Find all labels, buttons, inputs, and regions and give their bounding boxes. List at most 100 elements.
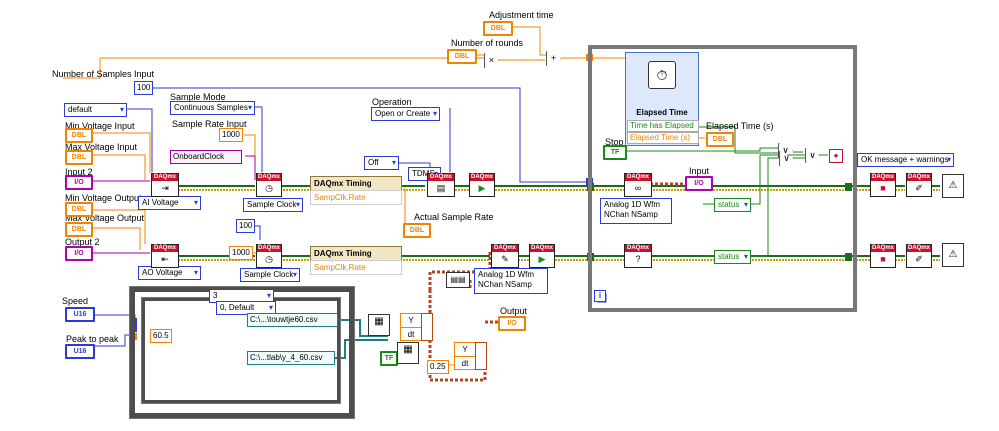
read-spreadsheet-icon-2[interactable]: ▦ xyxy=(397,342,419,364)
clock-icon: ◷ xyxy=(265,254,273,264)
number-of-rounds-label: Number of rounds xyxy=(451,38,524,48)
ao-voltage-selector[interactable]: AO Voltage xyxy=(138,266,201,280)
daqmx-timing-prop-1[interactable]: SampClk.Rate xyxy=(310,190,402,205)
sample-mode-wire xyxy=(240,106,263,172)
question-icon: ? xyxy=(635,254,641,264)
wfm-y-label: Y xyxy=(462,345,468,354)
rate-1000-constant[interactable]: 1000 xyxy=(219,128,243,142)
file-path-2[interactable]: C:\...tlab\y_4_60.csv xyxy=(247,351,335,365)
daqmx-timing-vi-1[interactable]: DAQmx ◷ xyxy=(256,173,282,197)
sample-clock-selector-1[interactable]: Sample Clock xyxy=(243,198,303,212)
time-has-elapsed-output: Time has Elapsed xyxy=(627,120,699,132)
stop-icon: ■ xyxy=(880,183,886,193)
number-of-rounds-terminal[interactable]: DBL xyxy=(447,49,477,64)
daqmx-header: DAQmx xyxy=(625,174,651,181)
daqmx-timing-prop-2[interactable]: SampClk.Rate xyxy=(310,260,402,275)
daqmx-header: DAQmx xyxy=(907,174,931,181)
daqmx-timing-node-2[interactable]: DAQmx Timing xyxy=(310,246,402,261)
adjustment-time-terminal[interactable]: DBL xyxy=(483,21,513,36)
min-voltage-input-wire xyxy=(90,132,151,173)
samples-100b-constant[interactable]: 100 xyxy=(236,219,256,233)
onboard-clock-wire xyxy=(245,155,256,180)
peak-to-peak-terminal[interactable]: U16 xyxy=(65,344,95,359)
analog-wfm-2-line1: Analog 1D Wfm xyxy=(478,270,535,279)
stop-condition-icon[interactable]: ● xyxy=(829,149,843,163)
daqmx-stop-ao[interactable]: DAQmx ■ xyxy=(870,244,896,268)
daqmx-clear-ao[interactable]: DAQmx ✐ xyxy=(906,244,932,268)
number-of-samples-label: Number of Samples Input xyxy=(52,69,155,79)
status-unbundle-1[interactable]: status xyxy=(714,198,751,212)
daqmx-header: DAQmx xyxy=(152,174,178,181)
actual-sample-rate-indicator: DBL xyxy=(403,223,431,238)
daqmx-start-ao[interactable]: DAQmx ▶ xyxy=(529,244,555,268)
onboard-clock-constant[interactable]: OnboardClock xyxy=(170,150,242,164)
samples-100-constant[interactable]: 100 xyxy=(134,81,154,95)
build-array-icon[interactable]: ▤▤ xyxy=(446,272,470,288)
analog-wfm-selector-1[interactable]: Analog 1D Wfm NChan NSamp xyxy=(600,198,672,224)
stop-button-terminal[interactable]: TF xyxy=(603,145,627,160)
elapsed-time-express-vi[interactable]: ⏱ Elapsed Time Time has Elapsed Elapsed … xyxy=(625,52,699,146)
daqmx-logging-vi[interactable]: DAQmx ▤ xyxy=(427,173,455,197)
elapsed-time-s-output: Elapsed Time (s) xyxy=(627,132,699,144)
true-constant[interactable]: TF xyxy=(380,351,398,366)
daqmx-write-vi[interactable]: DAQmx ✎ xyxy=(491,244,519,268)
waveform-bundle-1 xyxy=(421,313,433,341)
daqmx-stop-ai[interactable]: DAQmx ■ xyxy=(870,173,896,197)
daqmx-start-ai[interactable]: DAQmx ▶ xyxy=(469,173,495,197)
input2-terminal[interactable]: I/O xyxy=(65,175,93,190)
rate-1000b-constant[interactable]: 1000 xyxy=(229,246,253,260)
speed-terminal[interactable]: U16 xyxy=(65,307,95,322)
default-ring[interactable]: default xyxy=(64,103,127,117)
error-handler-icon-1[interactable]: ⚠ xyxy=(942,174,964,198)
operation-label: Operation xyxy=(372,97,412,107)
analog-wfm-selector-2[interactable]: Analog 1D Wfm NChan NSamp xyxy=(474,268,548,294)
glasses-icon: ∞ xyxy=(634,183,642,193)
elapsed-time-title: Elapsed Time xyxy=(636,108,688,117)
max-voltage-input-wire xyxy=(90,154,146,180)
daqmx-timing-vi-2[interactable]: DAQmx ◷ xyxy=(256,244,282,268)
min-voltage-input-terminal[interactable]: DBL xyxy=(65,128,93,143)
daqmx-create-channel-ai[interactable]: DAQmx ⇥ xyxy=(151,173,179,197)
daqmx-header: DAQmx xyxy=(492,245,518,252)
operation-ring[interactable]: Open or Create xyxy=(371,107,440,121)
daqmx-is-task-done-vi[interactable]: DAQmx? xyxy=(624,244,652,268)
build-waveform-2[interactable]: Y dt xyxy=(454,342,476,370)
value-60-5-constant[interactable]: 60.5 xyxy=(150,329,172,343)
eraser-icon: ✐ xyxy=(915,254,923,264)
daqmx-header: DAQmx xyxy=(470,174,494,181)
max-voltage-input-terminal[interactable]: DBL xyxy=(65,150,93,165)
output2-terminal[interactable]: I/O xyxy=(65,246,93,261)
read-spreadsheet-icon-1[interactable]: ▦ xyxy=(368,314,390,336)
sample-clock-selector-2[interactable]: Sample Clock xyxy=(240,268,300,282)
sample-mode-ring[interactable]: Continuous Samples xyxy=(170,101,255,115)
max-voltage-output-terminal[interactable]: DBL xyxy=(65,222,93,237)
daqmx-clear-ai[interactable]: DAQmx ✐ xyxy=(906,173,932,197)
daqmx-header: DAQmx xyxy=(152,245,178,252)
build-waveform-1[interactable]: Y dt xyxy=(400,313,422,341)
daqmx-timing-node-1[interactable]: DAQmx Timing xyxy=(310,176,402,191)
wfm-dt-label: dt xyxy=(455,356,475,370)
channel-icon: ⇤ xyxy=(161,254,169,264)
play-icon: ▶ xyxy=(478,183,486,193)
status-unbundle-2[interactable]: status xyxy=(714,250,751,264)
daqmx-header: DAQmx xyxy=(530,245,554,252)
error-message-ring[interactable]: OK message + warnings xyxy=(857,153,954,167)
min-voltage-output-terminal[interactable]: DBL xyxy=(65,202,93,217)
daqmx-read-vi[interactable]: DAQmx ∞ xyxy=(624,173,652,197)
file-path-1[interactable]: C:\...\touwtje60.csv xyxy=(247,313,338,327)
value-025-constant[interactable]: 0.25 xyxy=(427,360,449,374)
ai-voltage-selector[interactable]: AI Voltage xyxy=(138,196,201,210)
elapsed-time-out-label: Elapsed Time (s) xyxy=(706,121,774,131)
adjustment-time-label: Adjustment time xyxy=(489,10,554,20)
daqmx-create-channel-ao[interactable]: DAQmx ⇤ xyxy=(151,244,179,268)
pencil-icon: ✎ xyxy=(501,254,509,264)
peak-to-peak-label: Peak to peak xyxy=(66,334,119,344)
daqmx-header: DAQmx xyxy=(257,174,281,181)
off-ring[interactable]: Off xyxy=(364,156,399,170)
input-waveform-indicator: I/O xyxy=(685,176,713,191)
wfm-y-label: Y xyxy=(408,316,414,325)
error-handler-icon-2[interactable]: ⚠ xyxy=(942,243,964,267)
waveform-bundle-2 xyxy=(475,342,487,370)
output-label: Output xyxy=(500,306,528,316)
input-label: Input xyxy=(689,166,710,176)
